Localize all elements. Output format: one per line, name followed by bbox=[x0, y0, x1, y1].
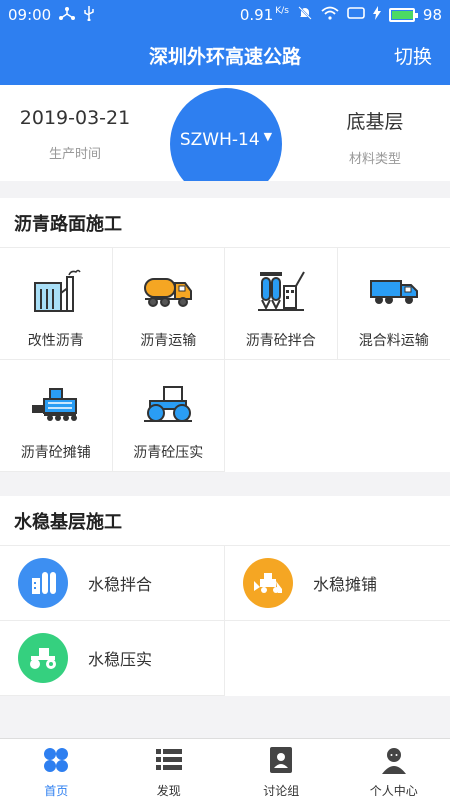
grid-item-asphalt-mixing[interactable]: 沥青砼拌合 bbox=[225, 248, 338, 360]
row-item-water-compaction[interactable]: 水稳压实 bbox=[0, 621, 225, 696]
grid-item-label: 混合料运输 bbox=[358, 333, 429, 349]
caret-down-icon: ▼ bbox=[263, 130, 273, 143]
road-roller-icon bbox=[138, 380, 198, 426]
network-speed-unit: K/s bbox=[275, 6, 289, 16]
factory-icon bbox=[26, 268, 86, 314]
tab-label: 首页 bbox=[44, 784, 69, 798]
grid-item-label: 沥青砼压实 bbox=[133, 445, 204, 461]
battery-level bbox=[391, 11, 414, 19]
tab-home[interactable]: 首页 bbox=[0, 739, 113, 800]
grid-item-modified-asphalt[interactable]: 改性沥青 bbox=[0, 248, 113, 360]
mixing-plant-icon bbox=[251, 268, 311, 314]
asphalt-grid: 改性沥青 沥青运输 沥青砼拌合 混合料运输 沥青砼摊铺 沥青砼压实 bbox=[0, 248, 450, 472]
bulldozer-icon bbox=[243, 556, 295, 608]
row-item-water-paving[interactable]: 水稳摊铺 bbox=[225, 546, 450, 621]
grid-item-label: 沥青砼拌合 bbox=[245, 333, 316, 349]
tab-discover[interactable]: 发现 bbox=[113, 739, 226, 800]
paver-icon bbox=[26, 380, 86, 426]
home-grid-icon bbox=[41, 745, 71, 775]
grid-item-asphalt-compaction[interactable]: 沥青砼压实 bbox=[112, 360, 225, 472]
tab-discussion[interactable]: 讨论组 bbox=[225, 739, 338, 800]
battery-icon bbox=[388, 8, 418, 22]
grid-item-label: 沥青砼摊铺 bbox=[20, 445, 91, 461]
tab-profile[interactable]: 个人中心 bbox=[338, 739, 450, 800]
mute-notification-icon bbox=[297, 5, 313, 25]
share-icon bbox=[59, 6, 76, 24]
tab-label: 个人中心 bbox=[369, 784, 418, 798]
water-section-title: 水稳基层施工 bbox=[0, 496, 450, 546]
battery-percent: 98 bbox=[422, 6, 442, 24]
project-info-card: 2019-03-21 生产时间 SZWH-14 ▼ 底基层 材料类型 bbox=[0, 85, 450, 181]
row-item-label: 水稳拌合 bbox=[88, 575, 153, 594]
production-date: 2019-03-21 生产时间 bbox=[0, 107, 150, 162]
network-speed: 0.91 bbox=[239, 6, 274, 24]
tab-label: 发现 bbox=[156, 784, 181, 798]
material-type-label: 材料类型 bbox=[348, 152, 401, 167]
status-time: 09:00 bbox=[8, 6, 52, 24]
production-date-value[interactable]: 2019-03-21 bbox=[0, 107, 150, 129]
row-item-label: 水稳摊铺 bbox=[313, 575, 378, 594]
app-header: 深圳外环高速公路 切换 bbox=[0, 30, 450, 85]
tab-label: 讨论组 bbox=[263, 784, 300, 798]
water-stabilized-section: 水稳基层施工 水稳拌合 水稳摊铺 水稳压实 bbox=[0, 496, 450, 696]
row-item-label: 水稳压实 bbox=[88, 650, 153, 669]
screen-icon bbox=[347, 6, 365, 24]
asphalt-section: 沥青路面施工 改性沥青 沥青运输 沥青砼拌合 混合料运输 沥青砼摊铺 沥青砼压实 bbox=[0, 198, 450, 472]
road-roller-icon bbox=[18, 631, 70, 683]
wifi-icon bbox=[321, 6, 339, 24]
grid-item-mixture-transport[interactable]: 混合料运输 bbox=[337, 248, 450, 360]
grid-item-label: 改性沥青 bbox=[27, 333, 84, 349]
material-type-value[interactable]: 底基层 bbox=[300, 107, 450, 134]
switch-button[interactable]: 切换 bbox=[394, 42, 432, 69]
mixing-plant-icon bbox=[18, 556, 70, 608]
production-date-label: 生产时间 bbox=[48, 147, 101, 162]
tanker-truck-icon bbox=[138, 268, 198, 314]
asphalt-section-title: 沥青路面施工 bbox=[0, 198, 450, 248]
bottom-tab-bar: 首页 发现 讨论组 个人中心 bbox=[0, 738, 450, 800]
list-icon bbox=[154, 745, 184, 775]
dump-truck-icon bbox=[364, 268, 424, 314]
project-code: SZWH-14 bbox=[179, 130, 260, 150]
grid-item-asphalt-transport[interactable]: 沥青运输 bbox=[112, 248, 225, 360]
charging-icon bbox=[372, 6, 381, 24]
status-bar: 09:00 0.91 K/s 98 bbox=[0, 0, 450, 30]
material-type: 底基层 材料类型 bbox=[300, 107, 450, 167]
grid-item-asphalt-paving[interactable]: 沥青砼摊铺 bbox=[0, 360, 113, 472]
grid-item-label: 沥青运输 bbox=[140, 333, 197, 349]
project-selector[interactable]: SZWH-14 ▼ bbox=[170, 88, 282, 181]
water-grid: 水稳拌合 水稳摊铺 水稳压实 bbox=[0, 546, 450, 696]
usb-icon bbox=[83, 5, 95, 25]
page-title: 深圳外环高速公路 bbox=[148, 46, 301, 68]
person-icon bbox=[379, 745, 409, 775]
row-item-water-mixing[interactable]: 水稳拌合 bbox=[0, 546, 225, 621]
contact-card-icon bbox=[266, 745, 296, 775]
